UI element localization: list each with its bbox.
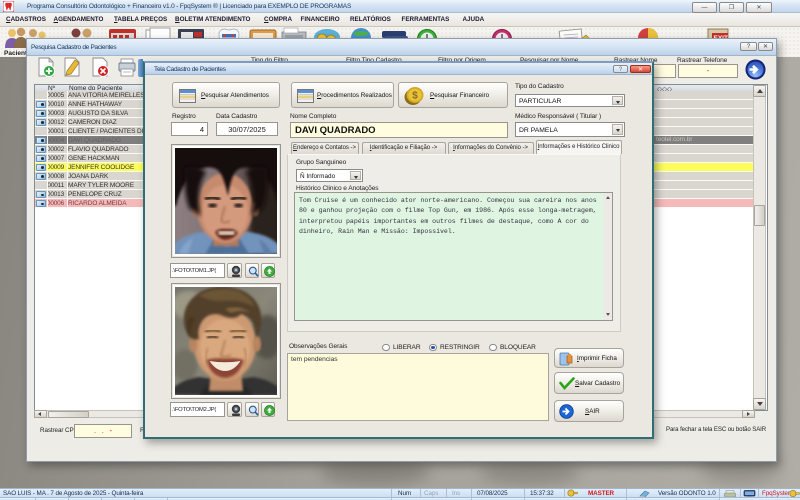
svg-text:$: $ — [412, 91, 418, 102]
